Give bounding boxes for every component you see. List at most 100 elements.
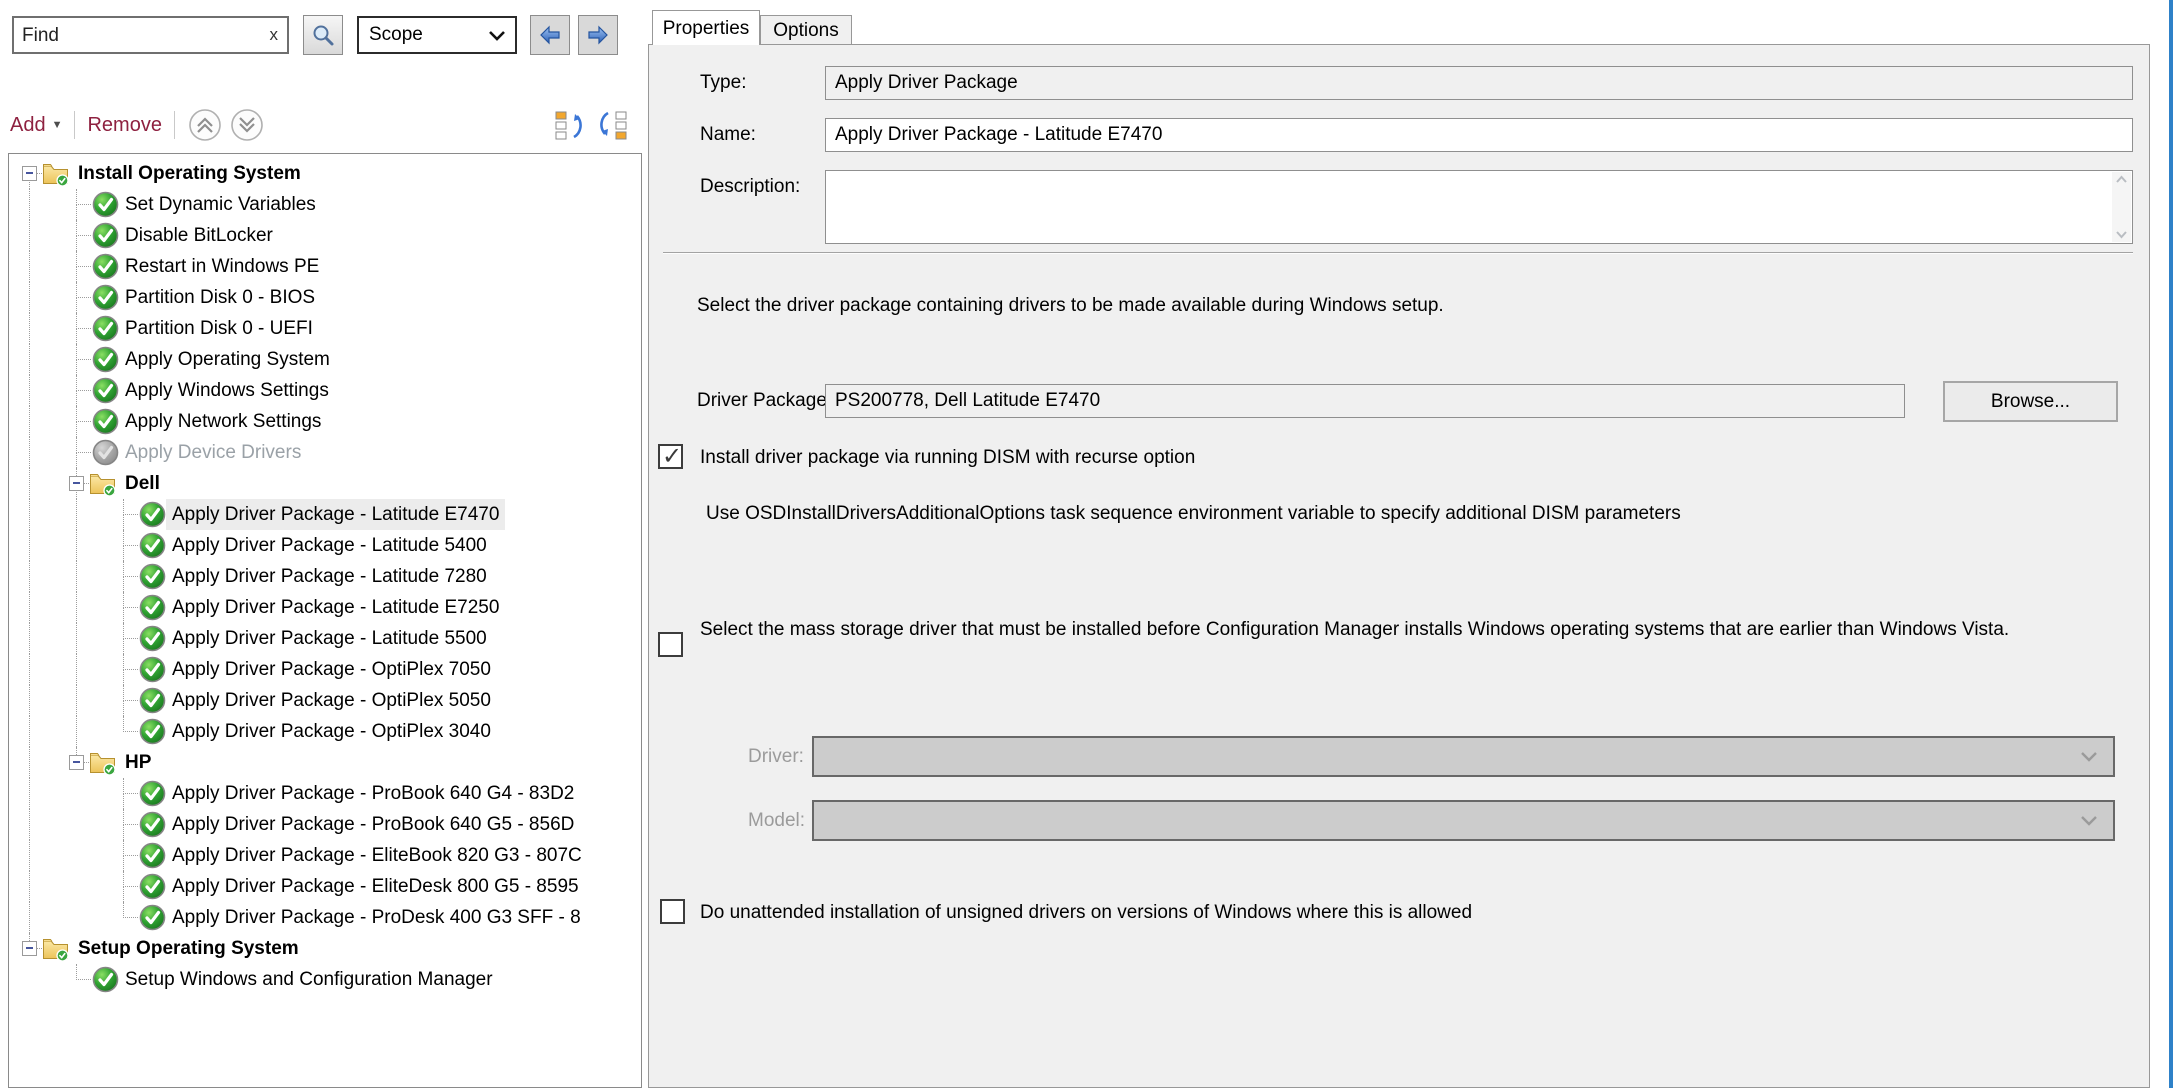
tree-item-row[interactable]: Apply Driver Package - EliteDesk 800 G5 … [9,871,641,902]
tree-expander[interactable] [22,166,37,181]
add-dropdown-caret-icon[interactable]: ▼ [52,119,63,131]
tree-item-label[interactable]: Apply Windows Settings [125,375,329,406]
name-field[interactable]: Apply Driver Package - Latitude E7470 [825,118,2133,152]
tree-expander[interactable] [69,476,84,491]
find-next-button[interactable] [578,15,618,55]
tree-item-row[interactable]: Apply Driver Package - Latitude E7250 [9,592,641,623]
tree-connector [76,282,77,298]
tree-item-row[interactable]: Apply Network Settings [9,406,641,437]
tree-item-label[interactable]: Apply Driver Package - ProBook 640 G5 - … [172,809,574,840]
expand-all-icon[interactable] [596,110,628,140]
scroll-up-icon[interactable] [2115,175,2128,184]
tree-item-label[interactable]: Apply Driver Package - OptiPlex 5050 [172,685,491,716]
tree-item-label[interactable]: Partition Disk 0 - UEFI [125,313,313,344]
tree-item-label[interactable]: Disable BitLocker [125,220,273,251]
mass-storage-checkbox[interactable] [658,632,683,657]
tree-item-row[interactable]: Apply Driver Package - Latitude 7280 [9,561,641,592]
tree-item-label[interactable]: Setup Windows and Configuration Manager [125,964,493,995]
description-textarea[interactable] [825,170,2133,244]
tree-connector [76,313,77,329]
tree-item-label[interactable]: Apply Driver Package - Latitude 7280 [172,561,487,592]
tree-group-row[interactable]: Install Operating System [9,158,641,189]
tree-item-label[interactable]: HP [125,747,151,778]
tab-properties[interactable]: Properties [652,10,760,45]
task-sequence-tree[interactable]: Install Operating SystemSet Dynamic Vari… [8,153,642,1088]
tree-connector [76,716,77,747]
tree-item-label[interactable]: Apply Driver Package - Latitude E7250 [172,592,499,623]
tree-item-label[interactable]: Set Dynamic Variables [125,189,316,220]
tree-item-row[interactable]: Apply Driver Package - EliteBook 820 G3 … [9,840,641,871]
tree-item-label[interactable]: Apply Driver Package - Latitude 5500 [172,623,487,654]
search-button[interactable] [303,15,343,55]
unsigned-drivers-checkbox-label[interactable]: Do unattended installation of unsigned d… [700,897,1472,928]
remove-button[interactable]: Remove [87,114,161,137]
tree-item-label[interactable]: Apply Driver Package - EliteDesk 800 G5 … [172,871,579,902]
tree-item-label[interactable]: Apply Operating System [125,344,330,375]
tree-item-row[interactable]: Apply Driver Package - Latitude E7470 [9,499,641,530]
find-clear-button[interactable]: x [270,25,279,45]
tree-item-label[interactable]: Apply Driver Package - EliteBook 820 G3 … [172,840,582,871]
green-check-icon [92,222,119,251]
mass-storage-checkbox-label[interactable]: Select the mass storage driver that must… [700,614,2145,645]
tree-expander[interactable] [69,755,84,770]
model-label: Model: [748,800,805,841]
tree-item-label[interactable]: Dell [125,468,160,499]
tree-item-label[interactable]: Apply Network Settings [125,406,321,437]
find-input[interactable] [20,19,254,53]
tree-connector [29,685,30,716]
tree-item-label[interactable]: Apply Device Drivers [125,437,301,468]
move-step-up-button[interactable] [187,107,223,143]
folder-check-icon [89,751,116,778]
collapse-all-icon[interactable] [554,110,586,140]
tree-item-label[interactable]: Restart in Windows PE [125,251,319,282]
tree-item-row[interactable]: Apply Driver Package - OptiPlex 5050 [9,685,641,716]
dism-checkbox-label[interactable]: Install driver package via running DISM … [700,442,1195,473]
tree-group-row[interactable]: Dell [9,468,641,499]
tree-item-label[interactable]: Install Operating System [78,158,301,189]
tree-item-row[interactable]: Partition Disk 0 - UEFI [9,313,641,344]
scroll-down-icon[interactable] [2115,230,2128,239]
chevron-down-icon [2079,750,2099,764]
tree-connector [76,220,77,236]
tree-expander[interactable] [22,941,37,956]
tree-item-row[interactable]: Apply Driver Package - OptiPlex 7050 [9,654,641,685]
tree-item-row[interactable]: Setup Windows and Configuration Manager [9,964,641,995]
tree-connector [29,871,30,902]
add-button[interactable]: Add [10,114,46,137]
tab-options[interactable]: Options [760,15,852,44]
tree-item-row[interactable]: Apply Driver Package - ProDesk 400 G3 SF… [9,902,641,933]
tree-item-row[interactable]: Disable BitLocker [9,220,641,251]
tree-item-row[interactable]: Partition Disk 0 - BIOS [9,282,641,313]
tree-item-row[interactable]: Apply Driver Package - ProBook 640 G4 - … [9,778,641,809]
move-step-down-button[interactable] [229,107,265,143]
tree-item-label[interactable]: Setup Operating System [78,933,299,964]
tree-item-row[interactable]: Restart in Windows PE [9,251,641,282]
tree-group-row[interactable]: HP [9,747,641,778]
scope-dropdown[interactable]: Scope [357,16,517,54]
tree-item-row[interactable]: Apply Device Drivers [9,437,641,468]
find-previous-button[interactable] [530,15,570,55]
driver-package-value: PS200778, Dell Latitude E7470 [835,390,1100,411]
tree-item-label[interactable]: Apply Driver Package - OptiPlex 3040 [172,716,491,747]
find-input-box[interactable]: x [12,16,289,54]
tree-item-row[interactable]: Apply Operating System [9,344,641,375]
dism-checkbox[interactable] [658,444,683,469]
tree-item-label[interactable]: Apply Driver Package - Latitude E7470 [166,499,505,530]
tree-connector [123,608,124,623]
tree-item-row[interactable]: Apply Driver Package - OptiPlex 3040 [9,716,641,747]
tree-item-label[interactable]: Partition Disk 0 - BIOS [125,282,315,313]
description-scrollbar[interactable] [2112,172,2131,242]
tree-item-label[interactable]: Apply Driver Package - Latitude 5400 [172,530,487,561]
tree-item-row[interactable]: Apply Driver Package - Latitude 5400 [9,530,641,561]
browse-button[interactable]: Browse... [1943,381,2118,422]
tree-group-row[interactable]: Setup Operating System [9,933,641,964]
tree-item-row[interactable]: Apply Driver Package - ProBook 640 G5 - … [9,809,641,840]
tree-item-label[interactable]: Apply Driver Package - ProBook 640 G4 - … [172,778,574,809]
tree-item-row[interactable]: Apply Windows Settings [9,375,641,406]
tree-item-row[interactable]: Set Dynamic Variables [9,189,641,220]
tree-item-label[interactable]: Apply Driver Package - ProDesk 400 G3 SF… [172,902,581,933]
tree-item-label[interactable]: Apply Driver Package - OptiPlex 7050 [172,654,491,685]
unsigned-drivers-checkbox[interactable] [660,899,685,924]
tree-connector [123,499,124,515]
tree-item-row[interactable]: Apply Driver Package - Latitude 5500 [9,623,641,654]
